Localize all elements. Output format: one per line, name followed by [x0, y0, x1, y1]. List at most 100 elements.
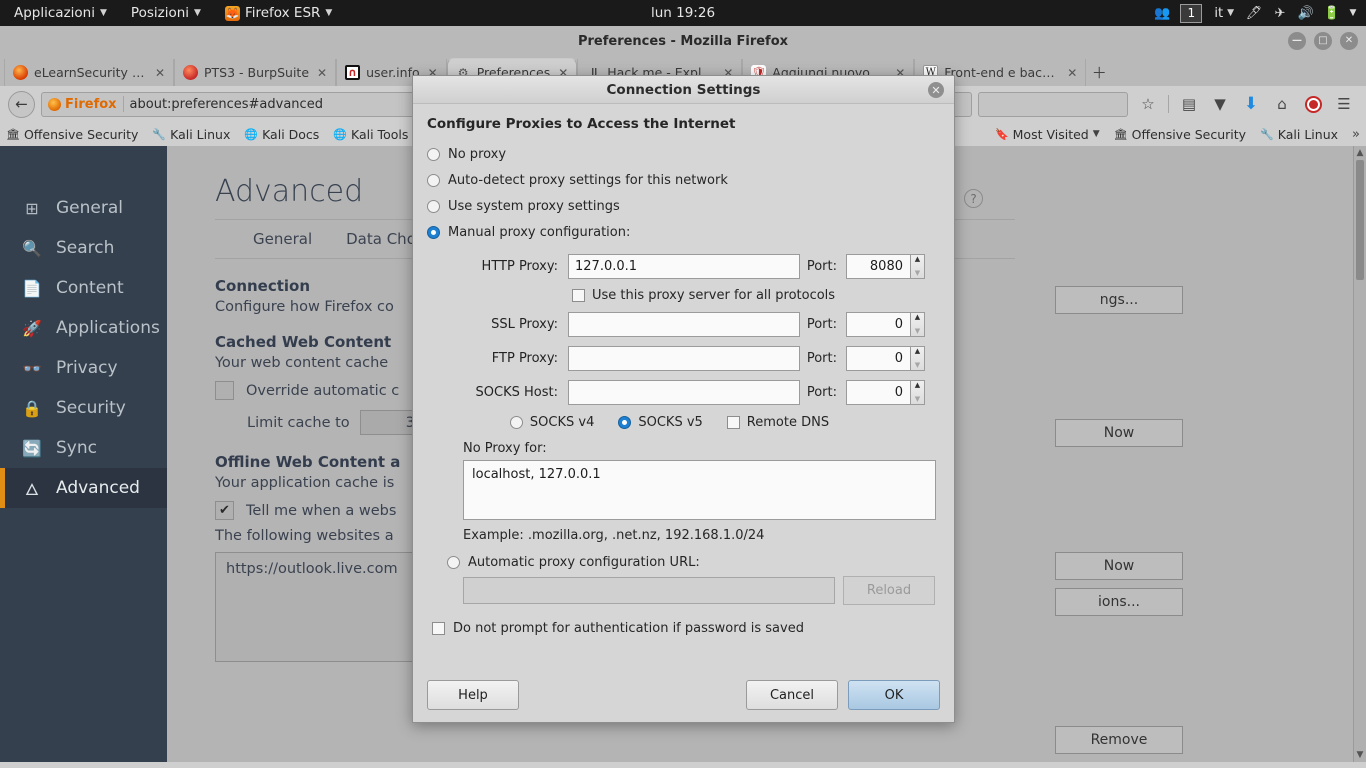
new-tab-button[interactable]: ＋: [1086, 59, 1112, 86]
users-icon[interactable]: 👥: [1150, 0, 1174, 26]
http-proxy-input[interactable]: 127.0.0.1: [568, 254, 800, 279]
close-icon[interactable]: ✕: [1065, 66, 1077, 80]
help-button[interactable]: Help: [427, 680, 519, 710]
spinner-up-icon[interactable]: ▲: [915, 382, 920, 389]
search-input[interactable]: [978, 92, 1128, 117]
noscript-icon[interactable]: [1299, 90, 1327, 118]
ssl-proxy-input[interactable]: [568, 312, 800, 337]
sidebar-item-privacy[interactable]: 👓 Privacy: [0, 348, 167, 388]
auto-config-row[interactable]: Automatic proxy configuration URL:: [447, 555, 940, 570]
override-cache-checkbox[interactable]: [215, 381, 234, 400]
identity-box[interactable]: Firefox: [48, 97, 117, 112]
close-button[interactable]: ✕: [1340, 32, 1358, 50]
socks-host-input[interactable]: [568, 380, 800, 405]
radio-indicator[interactable]: [427, 226, 440, 239]
ftp-port-spinner[interactable]: ▲ ▼: [910, 346, 925, 371]
tab-elearnsecurity[interactable]: eLearnSecurity M... ✕: [4, 59, 174, 86]
tab-general[interactable]: General: [253, 230, 312, 248]
socks-port-spinner[interactable]: ▲ ▼: [910, 380, 925, 405]
bookmark-kali-docs[interactable]: 🌐 Kali Docs: [244, 127, 319, 142]
connection-settings-button[interactable]: ngs...: [1055, 286, 1183, 314]
ok-button[interactable]: OK: [848, 680, 940, 710]
bookmark-offensive-security-2[interactable]: 🏛 Offensive Security: [1114, 127, 1246, 142]
no-prompt-auth-checkbox[interactable]: [432, 622, 445, 635]
radio-auto-detect[interactable]: Auto-detect proxy settings for this netw…: [427, 167, 940, 193]
spinner-down-icon[interactable]: ▼: [915, 328, 920, 335]
reload-button[interactable]: Reload: [843, 576, 935, 605]
pocket-icon[interactable]: ▼: [1206, 90, 1234, 118]
spinner-down-icon[interactable]: ▼: [915, 396, 920, 403]
sidebar-item-security[interactable]: 🔒 Security: [0, 388, 167, 428]
sidebar-item-applications[interactable]: 🚀 Applications: [0, 308, 167, 348]
maximize-button[interactable]: □: [1314, 32, 1332, 50]
close-icon[interactable]: ✕: [315, 66, 327, 80]
socks-port-input[interactable]: 0: [846, 380, 910, 405]
use-all-protocols-checkbox[interactable]: [572, 289, 585, 302]
bookmark-kali-linux-2[interactable]: 🔧 Kali Linux: [1260, 127, 1338, 142]
exceptions-button[interactable]: ions...: [1055, 588, 1183, 616]
help-icon[interactable]: ?: [964, 189, 983, 208]
spinner-down-icon[interactable]: ▼: [915, 270, 920, 277]
use-all-protocols-row[interactable]: Use this proxy server for all protocols: [427, 283, 940, 307]
no-proxy-textarea[interactable]: localhost, 127.0.0.1: [463, 460, 936, 520]
cancel-button[interactable]: Cancel: [746, 680, 838, 710]
clear-cache-now-button[interactable]: Now: [1055, 419, 1183, 447]
overflow-chevron-icon[interactable]: »: [1352, 127, 1360, 142]
spinner-up-icon[interactable]: ▲: [915, 256, 920, 263]
radio-indicator[interactable]: [427, 174, 440, 187]
close-icon[interactable]: ✕: [153, 66, 165, 80]
ftp-port-input[interactable]: 0: [846, 346, 910, 371]
page-scrollbar[interactable]: ▲ ▼: [1353, 146, 1366, 762]
chevron-down-icon[interactable]: ▼: [1346, 0, 1360, 26]
workspace-indicator[interactable]: 1: [1180, 4, 1202, 23]
ftp-proxy-input[interactable]: [568, 346, 800, 371]
tab-data-choices[interactable]: Data Cho: [346, 230, 416, 248]
menu-hamburger-icon[interactable]: ☰: [1330, 90, 1358, 118]
radio-no-proxy[interactable]: No proxy: [427, 141, 940, 167]
bookmark-kali-linux[interactable]: 🔧 Kali Linux: [152, 127, 230, 142]
http-port-input[interactable]: 8080: [846, 254, 910, 279]
sidebar-item-content[interactable]: 📄 Content: [0, 268, 167, 308]
airplane-mode-icon[interactable]: ✈: [1268, 0, 1292, 26]
tell-me-checkbox[interactable]: ✔: [215, 501, 234, 520]
spinner-up-icon[interactable]: ▲: [915, 348, 920, 355]
no-prompt-auth-row[interactable]: Do not prompt for authentication if pass…: [432, 621, 940, 636]
bookmark-most-visited[interactable]: 🔖 Most Visited ▼: [995, 127, 1100, 142]
downloads-icon[interactable]: ⬇: [1237, 90, 1265, 118]
back-button[interactable]: ←: [8, 91, 35, 118]
home-icon[interactable]: ⌂: [1268, 90, 1296, 118]
brightness-icon[interactable]: 🖊: [1242, 0, 1266, 26]
ssl-port-input[interactable]: 0: [846, 312, 910, 337]
scrollbar-thumb[interactable]: [1356, 160, 1364, 280]
clear-offline-now-button[interactable]: Now: [1055, 552, 1183, 580]
spinner-up-icon[interactable]: ▲: [915, 314, 920, 321]
bookmark-kali-tools[interactable]: 🌐 Kali Tools: [333, 127, 408, 142]
bookmark-star-icon[interactable]: ☆: [1134, 90, 1162, 118]
reader-list-icon[interactable]: ▤: [1175, 90, 1203, 118]
sidebar-item-general[interactable]: ⊞ General: [0, 188, 167, 228]
scroll-down-icon[interactable]: ▼: [1354, 750, 1366, 760]
auto-config-url-input[interactable]: [463, 577, 835, 604]
auto-config-radio[interactable]: [447, 556, 460, 569]
volume-icon[interactable]: 🔊: [1294, 0, 1318, 26]
remote-dns-checkbox[interactable]: [727, 416, 740, 429]
keyboard-layout-indicator[interactable]: it ▼: [1208, 6, 1240, 21]
remove-button[interactable]: Remove: [1055, 726, 1183, 754]
radio-indicator[interactable]: [427, 148, 440, 161]
applications-menu[interactable]: Applicazioni ▼: [0, 0, 119, 26]
socks-v5-radio[interactable]: [618, 416, 631, 429]
tab-pts3-burpsuite[interactable]: PTS3 - BurpSuite ✕: [174, 59, 336, 86]
radio-indicator[interactable]: [427, 200, 440, 213]
firefox-launcher[interactable]: 🦊 Firefox ESR ▼: [213, 0, 344, 26]
radio-system-proxy[interactable]: Use system proxy settings: [427, 193, 940, 219]
bookmark-offensive-security[interactable]: 🏛 Offensive Security: [6, 127, 138, 142]
minimize-button[interactable]: —: [1288, 32, 1306, 50]
scroll-up-icon[interactable]: ▲: [1354, 148, 1366, 158]
sidebar-item-advanced[interactable]: 🜂 Advanced: [0, 468, 167, 508]
http-port-spinner[interactable]: ▲ ▼: [910, 254, 925, 279]
battery-icon[interactable]: 🔋: [1320, 0, 1344, 26]
close-icon[interactable]: ✕: [928, 82, 944, 98]
radio-manual-proxy[interactable]: Manual proxy configuration:: [427, 219, 940, 245]
places-menu[interactable]: Posizioni ▼: [119, 0, 213, 26]
sidebar-item-search[interactable]: 🔍 Search: [0, 228, 167, 268]
